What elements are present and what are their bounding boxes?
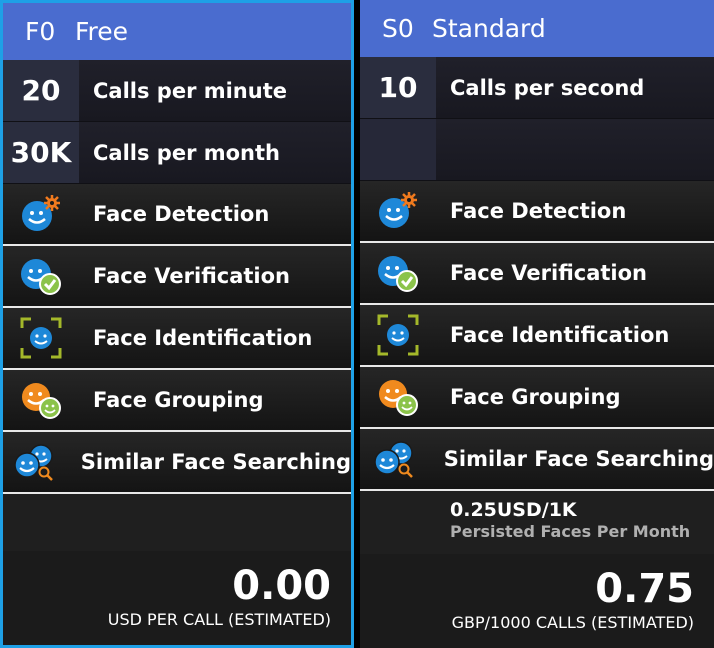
quota-row (360, 119, 714, 181)
price-block: 0.75 GBP/1000 CALLS (ESTIMATED) (360, 554, 714, 648)
quota-label (436, 119, 450, 180)
face-detection-icon (3, 183, 79, 245)
feature-row-face-grouping: Face Grouping (360, 367, 714, 429)
similar-face-search-icon (3, 431, 67, 493)
tier-rows: 10 Calls per second Face Detection Face … (360, 57, 714, 555)
price-block: 0.00 USD PER CALL (ESTIMATED) (3, 551, 351, 645)
pricing-tier-s0[interactable]: S0 Standard 10 Calls per second Face Det… (360, 0, 714, 648)
price-value: 0.75 (595, 566, 694, 612)
extra-description: Persisted Faces Per Month (450, 522, 691, 541)
feature-label: Similar Face Searching (443, 447, 714, 471)
extra-price: 0.25USD/1K (450, 499, 577, 521)
face-verification-icon (3, 245, 79, 307)
quota-row: 10 Calls per second (360, 57, 714, 119)
feature-label: Face Identification (93, 326, 313, 350)
price-value: 0.00 (232, 563, 331, 609)
feature-label: Face Detection (93, 202, 270, 226)
face-grouping-icon (3, 369, 79, 431)
feature-label: Face Verification (450, 261, 647, 285)
quota-row: 30K Calls per month (3, 122, 351, 184)
feature-label: Face Grouping (93, 388, 264, 412)
quota-label: Calls per month (93, 140, 280, 165)
tier-name: Free (75, 17, 129, 46)
face-verification-icon (360, 242, 436, 304)
quota-label: Calls per second (450, 75, 645, 100)
tier-header: F0 Free (3, 3, 351, 60)
feature-label: Face Identification (450, 323, 670, 347)
feature-label: Face Detection (450, 199, 627, 223)
quota-value: 10 (360, 57, 436, 118)
feature-row-face-grouping: Face Grouping (3, 370, 351, 432)
feature-row-face-identification: Face Identification (360, 305, 714, 367)
feature-label: Face Grouping (450, 385, 621, 409)
tier-code: F0 (25, 17, 56, 46)
quota-label: Calls per minute (93, 78, 287, 103)
tier-header: S0 Standard (360, 0, 714, 57)
tier-rows: 20 Calls per minute 30K Calls per month … (3, 60, 351, 558)
similar-face-search-icon (360, 428, 430, 490)
quota-row: 20 Calls per minute (3, 60, 351, 122)
extra-pricing (3, 494, 351, 558)
pricing-tier-f0[interactable]: F0 Free 20 Calls per minute 30K Calls pe… (0, 0, 354, 648)
tier-code: S0 (382, 14, 414, 43)
feature-row-similar-face-search: Similar Face Searching (360, 429, 714, 491)
feature-row-face-identification: Face Identification (3, 308, 351, 370)
feature-row-similar-face-search: Similar Face Searching (3, 432, 351, 494)
face-identification-icon (3, 307, 79, 369)
price-unit: GBP/1000 CALLS (ESTIMATED) (451, 613, 694, 632)
feature-row-face-verification: Face Verification (3, 246, 351, 308)
price-unit: USD PER CALL (ESTIMATED) (107, 610, 331, 629)
feature-row-face-detection: Face Detection (3, 184, 351, 246)
quota-value (360, 119, 436, 180)
tier-name: Standard (432, 14, 546, 43)
feature-row-face-verification: Face Verification (360, 243, 714, 305)
quota-value: 20 (3, 60, 79, 121)
face-detection-icon (360, 180, 436, 242)
face-grouping-icon (360, 366, 436, 428)
quota-value: 30K (3, 122, 79, 183)
feature-label: Similar Face Searching (80, 450, 351, 474)
feature-row-face-detection: Face Detection (360, 181, 714, 243)
feature-label: Face Verification (93, 264, 290, 288)
face-identification-icon (360, 304, 436, 366)
extra-pricing: 0.25USD/1K Persisted Faces Per Month (360, 491, 714, 555)
